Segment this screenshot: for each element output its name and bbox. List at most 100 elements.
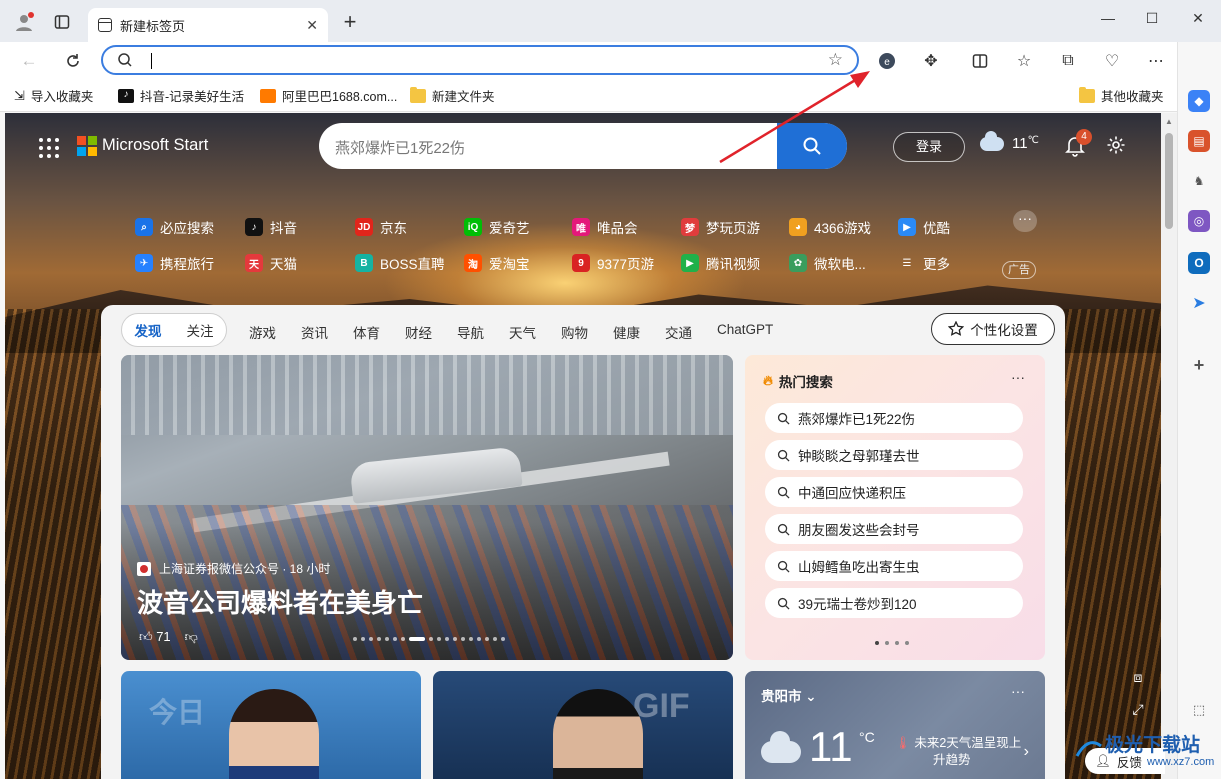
weather-more-icon[interactable]: ··· (1011, 683, 1025, 699)
send-icon[interactable]: ➤ (1188, 292, 1210, 314)
web-search-input[interactable]: 燕郊爆炸已1死22伤 (335, 137, 465, 158)
refresh-button[interactable] (60, 48, 86, 74)
personalize-button[interactable]: 个性化设置 (931, 313, 1055, 345)
tab-following[interactable]: 关注 (174, 320, 226, 340)
quick-link[interactable]: ▶ 优酷 (898, 217, 950, 237)
feed-tab[interactable]: ChatGPT (717, 322, 773, 337)
more-menu-icon[interactable]: ⋯ (1142, 47, 1170, 75)
hero-image-roof (121, 355, 733, 435)
back-button[interactable]: ← (16, 48, 42, 74)
trending-pager[interactable] (875, 641, 909, 645)
browser-essentials-icon[interactable]: ♡ (1098, 47, 1126, 75)
page-scrollbar[interactable]: ▲ (1161, 113, 1177, 779)
quick-link[interactable]: ✿ 微软电... (789, 253, 866, 273)
fullscreen-icon[interactable]: ⤢ (1127, 698, 1149, 720)
like-button[interactable]: 👍︎ 71 (139, 629, 171, 645)
feed-tab[interactable]: 财经 (405, 322, 432, 342)
extension-e-icon[interactable]: e (873, 47, 901, 75)
quick-link[interactable]: ◕ 4366游戏 (789, 217, 871, 237)
favorite-folder[interactable]: 新建文件夹 (410, 86, 495, 105)
add-sidebar-app-icon[interactable]: + (1188, 354, 1210, 376)
favorite-douyin[interactable]: ♪ 抖音-记录美好生活 (118, 86, 244, 105)
quick-link[interactable]: B BOSS直聘 (355, 253, 445, 273)
other-favorites[interactable]: 其他收藏夹 (1079, 86, 1164, 105)
extensions-puzzle-icon[interactable]: ✥ (917, 47, 945, 75)
trending-item[interactable]: 朋友圈发这些会封号 (765, 514, 1023, 544)
ms-store-icon: ✿ (789, 254, 807, 272)
source-logo-icon (137, 561, 151, 576)
web-search-button[interactable] (777, 123, 847, 169)
quick-link[interactable]: 9 9377页游 (572, 253, 654, 273)
weather-city[interactable]: 贵阳市 ⌄ (761, 685, 817, 705)
ms-start-brand[interactable]: Microsoft Start (102, 136, 208, 155)
tools-briefcase-icon[interactable]: ▤ (1188, 130, 1210, 152)
new-tab-button[interactable]: + (338, 11, 362, 35)
split-screen-icon[interactable] (966, 47, 994, 75)
quick-link[interactable]: 淘爱淘宝 (464, 253, 530, 273)
wallpaper-icon[interactable]: ⧈ (1127, 666, 1149, 688)
quick-link[interactable]: JD 京东 (355, 217, 407, 237)
quick-link[interactable]: ✈ 携程旅行 (135, 253, 214, 273)
minimize-button[interactable]: — (1093, 6, 1123, 30)
screenshot-icon[interactable]: ⬚ (1188, 699, 1210, 721)
close-window-button[interactable]: ✕ (1183, 6, 1213, 30)
microsoft365-icon[interactable]: ◎ (1188, 210, 1210, 232)
collections-icon[interactable]: ⧉ (1054, 47, 1082, 75)
feed-tab[interactable]: 购物 (561, 322, 588, 342)
news-card-tv[interactable]: 今日 (121, 671, 421, 779)
trending-item[interactable]: 燕郊爆炸已1死22伤 (765, 403, 1023, 433)
trending-item[interactable]: 39元瑞士卷炒到120 (765, 588, 1023, 618)
feed-tab[interactable]: 天气 (509, 322, 536, 342)
feed-tab[interactable]: 交通 (665, 322, 692, 342)
quick-link[interactable]: ♪ 抖音 (245, 217, 297, 237)
trending-item-label: 钟睒睒之母郭瑾去世 (798, 449, 920, 464)
login-button[interactable]: 登录 (893, 132, 965, 162)
weather-next-icon[interactable]: › (1024, 743, 1029, 761)
feed-tab[interactable]: 健康 (613, 322, 640, 342)
hero-source: 上海证券报微信公众号 · 18 小时 (137, 560, 330, 577)
hero-article-card[interactable]: 上海证券报微信公众号 · 18 小时 波音公司爆料者在美身亡 👍︎ 71 👎︎ (121, 355, 733, 660)
quick-link[interactable]: 唯唯品会 (572, 217, 638, 237)
web-search-box[interactable]: 燕郊爆炸已1死22伤 (319, 123, 847, 169)
weather-card[interactable]: 贵阳市 ⌄ ··· 11 °C 🌡︎ 未来2天气温呈现上 升趋势 › (745, 671, 1045, 779)
tab-discover[interactable]: 发现 (122, 320, 174, 340)
games-chess-icon[interactable]: ♞ (1188, 170, 1210, 192)
quick-link[interactable]: ⌕ 必应搜索 (135, 217, 214, 237)
profile-icon[interactable] (12, 10, 36, 34)
quick-link[interactable]: iQ 爱奇艺 (464, 217, 530, 237)
app-launcher-icon[interactable] (39, 138, 59, 158)
trending-item[interactable]: 中通回应快递积压 (765, 477, 1023, 507)
tag-icon[interactable]: ◆ (1188, 90, 1210, 112)
feed-tab[interactable]: 导航 (457, 322, 484, 342)
feed-tab[interactable]: 体育 (353, 322, 380, 342)
outlook-icon[interactable]: O (1188, 252, 1210, 274)
quick-link[interactable]: ☰ 更多 (898, 253, 950, 273)
maximize-button[interactable]: ☐ (1137, 6, 1167, 30)
close-tab-icon[interactable]: ✕ (306, 17, 318, 34)
address-bar[interactable]: ☆ (101, 45, 859, 75)
tab-new-tab[interactable]: 新建标签页 ✕ (88, 8, 328, 42)
scroll-up-icon[interactable]: ▲ (1165, 117, 1173, 126)
trending-more-icon[interactable]: ··· (1011, 369, 1025, 385)
page-settings-gear-icon[interactable] (1106, 135, 1126, 158)
trending-item[interactable]: 山姆鳕鱼吃出寄生虫 (765, 551, 1023, 581)
quick-link-label: 唯品会 (597, 221, 638, 236)
favorite-star-icon[interactable]: ☆ (828, 50, 843, 70)
news-card-gif[interactable]: GIF (433, 671, 733, 779)
favorites-icon[interactable]: ☆ (1010, 47, 1038, 75)
trending-item[interactable]: 钟睒睒之母郭瑾去世 (765, 440, 1023, 470)
scroll-thumb[interactable] (1165, 133, 1173, 229)
quick-link[interactable]: 梦梦玩页游 (681, 217, 760, 237)
dislike-icon[interactable]: 👎︎ (185, 629, 198, 645)
feed-tab[interactable]: 游戏 (249, 322, 276, 342)
tab-actions-icon[interactable] (50, 10, 74, 34)
favorite-1688[interactable]: 阿里巴巴1688.com... (260, 86, 397, 105)
quick-link[interactable]: 天天猫 (245, 253, 297, 273)
feed-tab[interactable]: 资讯 (301, 322, 328, 342)
weather-summary[interactable]: 11℃ (980, 130, 1039, 152)
carousel-pager[interactable] (353, 637, 505, 641)
hero-title[interactable]: 波音公司爆料者在美身亡 (137, 583, 423, 620)
favorite-import[interactable]: ⇲ 导入收藏夹 (14, 86, 93, 105)
quick-links-more-icon[interactable]: ··· (1013, 210, 1037, 232)
quick-link[interactable]: ▶ 腾讯视频 (681, 253, 760, 273)
